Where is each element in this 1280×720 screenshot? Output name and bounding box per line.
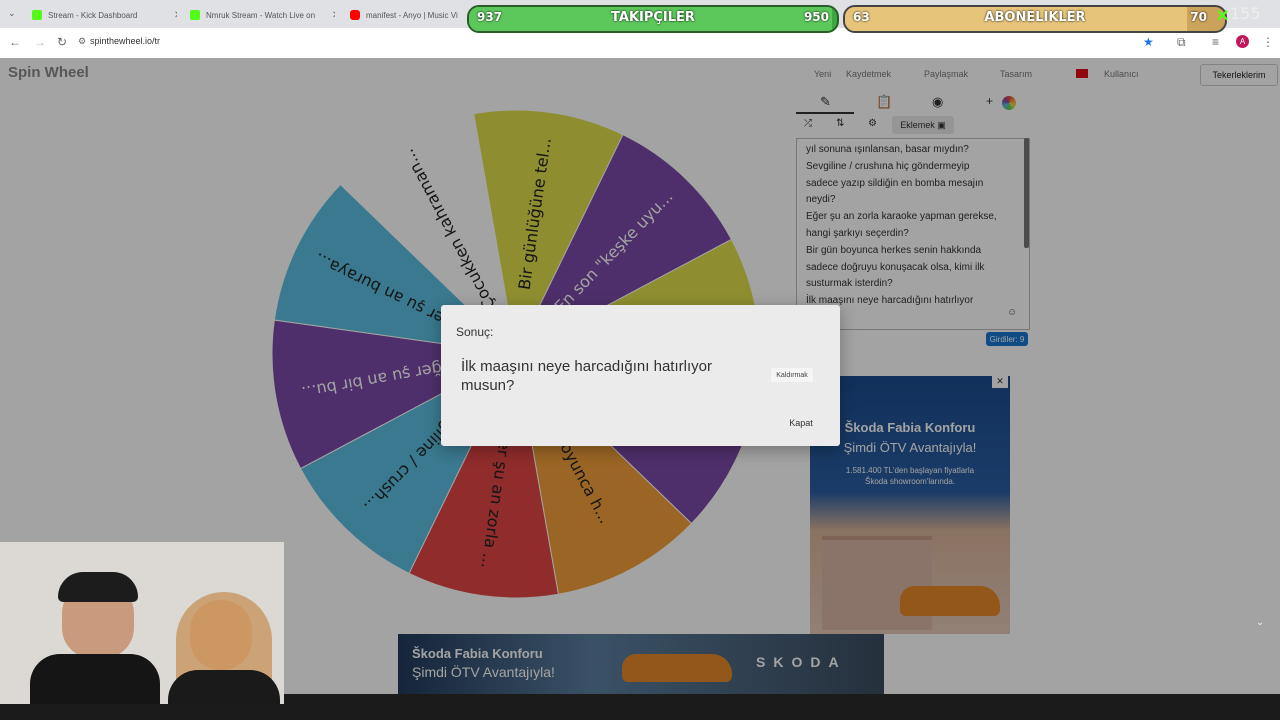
followers-label: TAKIPÇILER <box>611 10 695 25</box>
browser-tab-kick-dashboard[interactable]: Stream - Kick Dashboard ✕ <box>32 4 177 26</box>
close-tab-icon[interactable]: ✕ <box>174 10 177 21</box>
streamer-body-left <box>30 654 160 704</box>
result-dialog: Sonuç: İlk maaşını neye harcadığını hatı… <box>441 305 840 446</box>
media-controls-icon[interactable]: ≡ <box>1212 35 1219 49</box>
close-tab-icon[interactable]: ✕ <box>332 10 335 21</box>
tab-title: Nmruk Stream - Watch Live on <box>206 10 316 20</box>
forward-arrow-icon[interactable]: → <box>34 35 46 49</box>
followers-goal-bar: 937 TAKIPÇILER 950 <box>467 5 839 33</box>
scroll-down-chevron-icon[interactable]: ⌄ <box>1256 617 1264 628</box>
tab-title: Stream - Kick Dashboard <box>48 10 138 20</box>
streamer-body-right <box>168 670 280 704</box>
result-dialog-title: Sonuç: <box>456 325 494 339</box>
site-info-icon[interactable]: ⚙ <box>78 36 86 47</box>
followers-goal: 950 <box>803 10 829 24</box>
tab-list-chevron-icon[interactable]: ⌄ <box>8 8 16 19</box>
reload-icon[interactable]: ↻ <box>57 35 67 49</box>
subscribers-goal-bar: 63 ABONELIKLER 70 <box>843 5 1227 33</box>
browser-menu-icon[interactable]: ⋮ <box>1262 35 1274 49</box>
viewer-count: 155 <box>1230 4 1261 23</box>
youtube-favicon-icon <box>350 10 360 20</box>
bookmark-star-icon[interactable]: ★ <box>1143 35 1154 49</box>
extensions-icon[interactable]: ⧉ <box>1177 35 1186 50</box>
close-button[interactable]: Kapat <box>781 415 821 431</box>
streamer-hair-left <box>58 572 138 602</box>
subscribers-label: ABONELIKLER <box>984 10 1086 25</box>
profile-avatar[interactable]: A <box>1236 35 1249 48</box>
tab-title: manifest - Anyo | Music Vi <box>366 10 458 20</box>
streamer-webcam <box>0 542 284 704</box>
kick-favicon-icon <box>190 10 200 20</box>
browser-tab-kick-stream[interactable]: Nmruk Stream - Watch Live on ✕ <box>190 4 335 26</box>
kick-favicon-icon <box>32 10 42 20</box>
address-bar[interactable]: spinthewheel.io/tr <box>90 36 160 46</box>
result-text: İlk maaşını neye harcadığını hatırlıyor … <box>461 358 712 394</box>
subscribers-goal: 70 <box>1190 10 1207 24</box>
remove-button[interactable]: Kaldırmak <box>771 368 813 382</box>
browser-tab-youtube[interactable]: manifest - Anyo | Music Vi <box>350 4 462 26</box>
back-arrow-icon[interactable]: ← <box>9 35 21 49</box>
